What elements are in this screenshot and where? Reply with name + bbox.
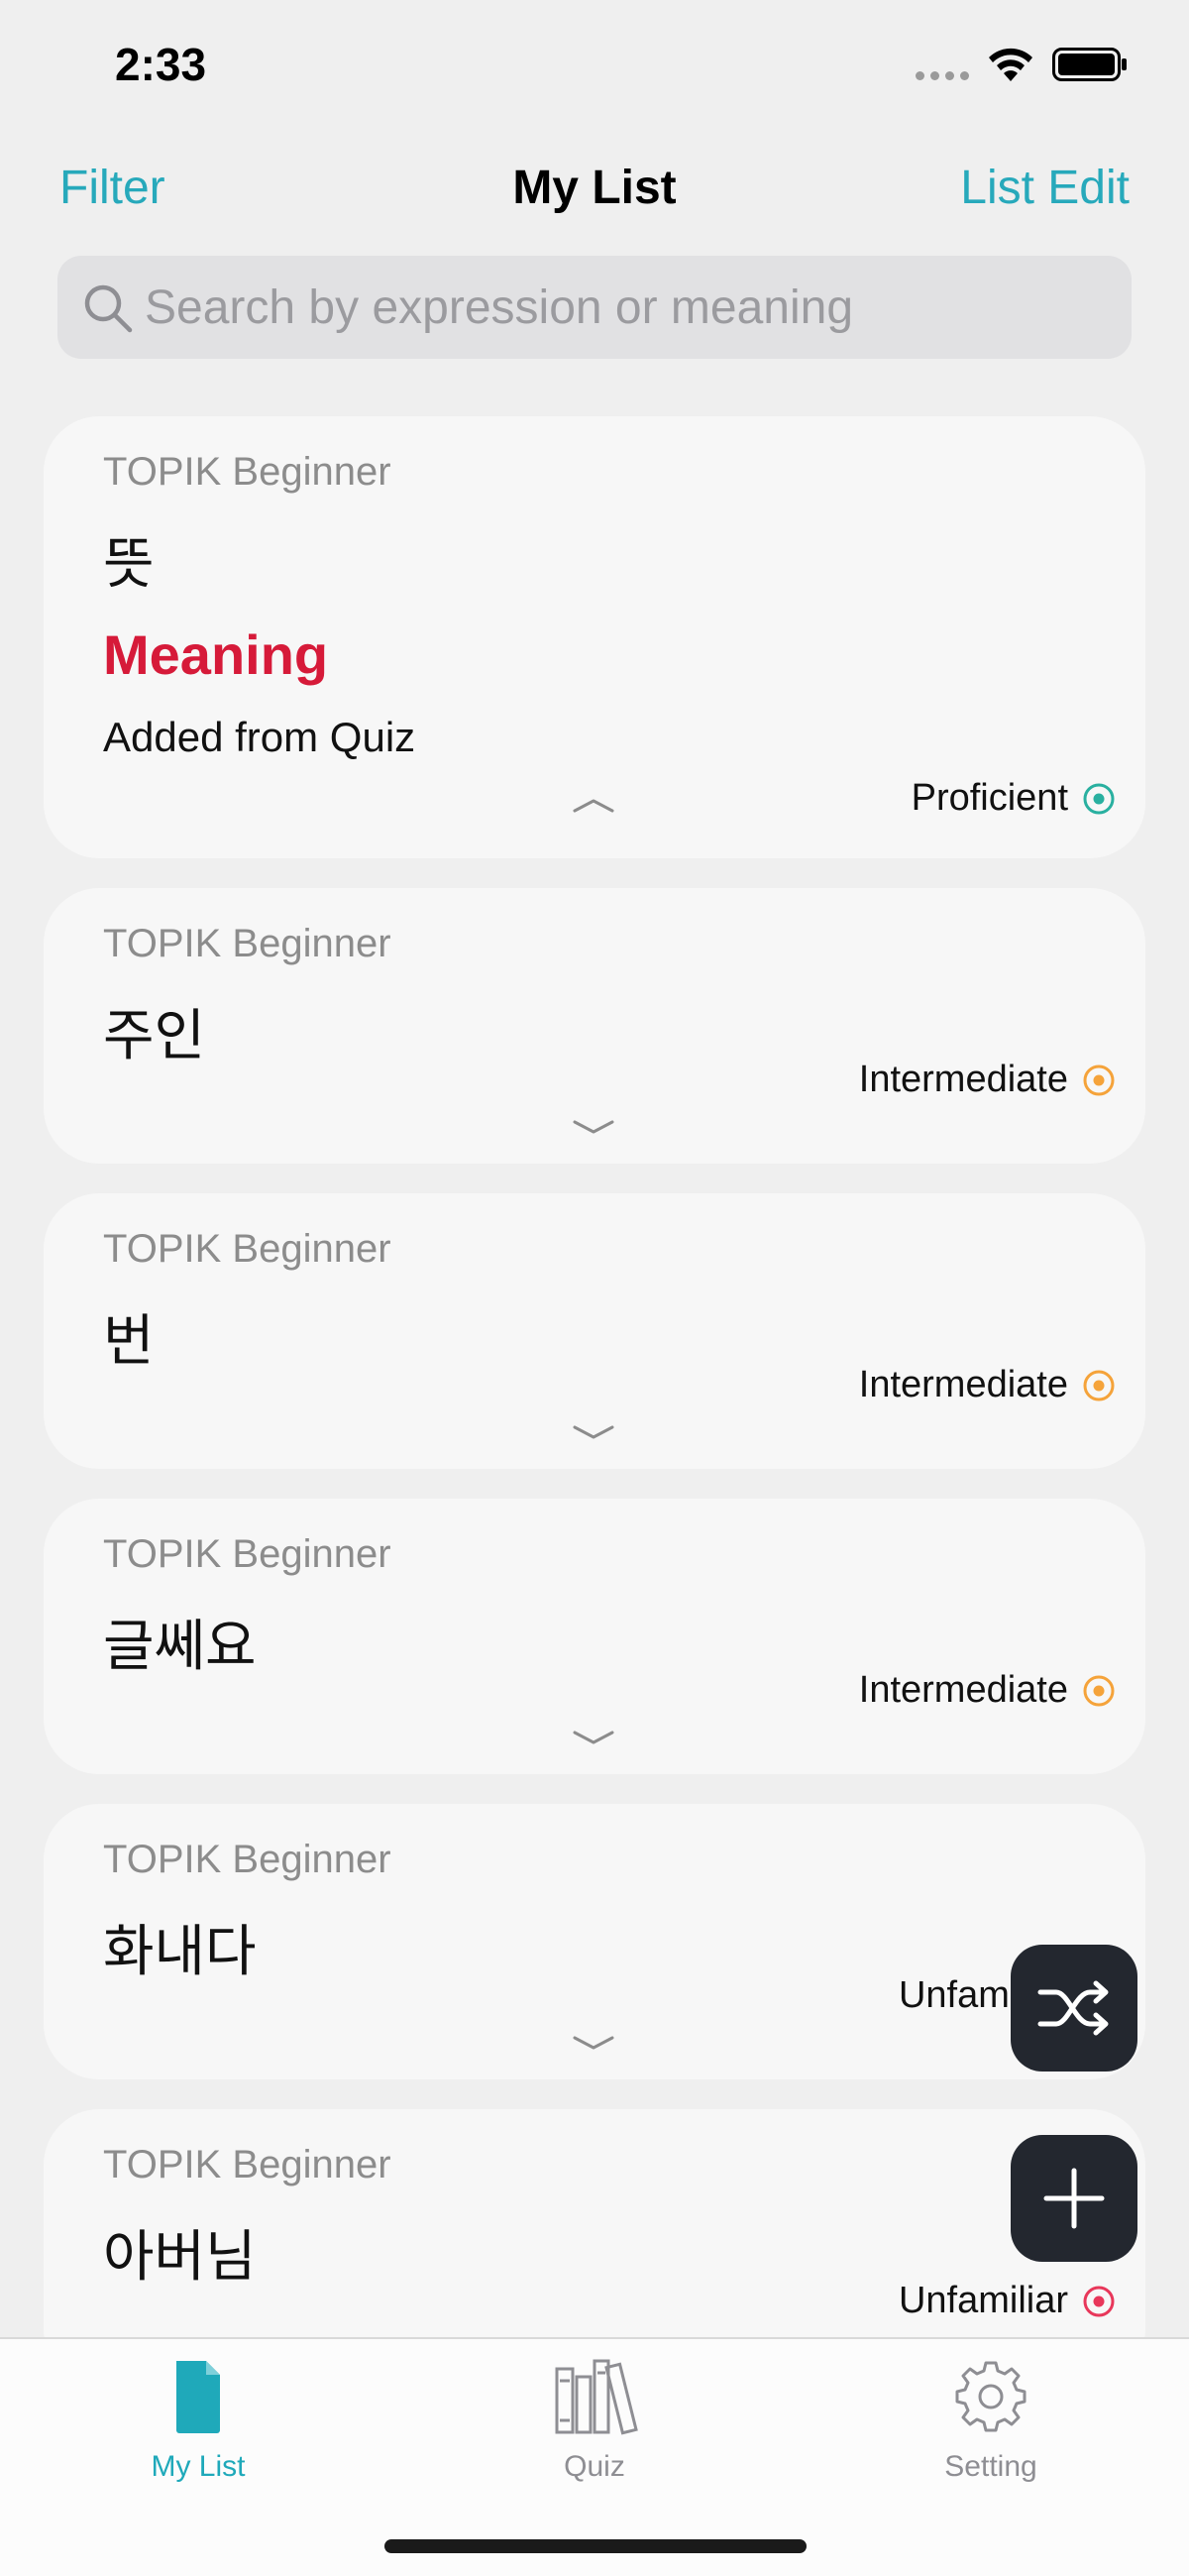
card-category: TOPIK Beginner — [103, 1532, 391, 1576]
status-label: Intermediate — [858, 1059, 1068, 1100]
wifi-icon — [989, 48, 1032, 81]
proficient-dot-icon — [1083, 783, 1115, 814]
filter-button[interactable]: Filter — [59, 161, 165, 215]
status-badge[interactable]: Proficient — [912, 777, 1116, 820]
word-card[interactable]: TOPIK Beginner 화내다 Unfamiliar — [44, 1804, 1145, 2079]
card-category: TOPIK Beginner — [103, 2143, 391, 2186]
status-label: Intermediate — [858, 1364, 1068, 1405]
chevron-down-icon[interactable] — [569, 1725, 618, 1752]
list-edit-button[interactable]: List Edit — [960, 161, 1130, 215]
shuffle-button[interactable] — [1011, 1945, 1137, 2072]
chevron-down-icon[interactable] — [569, 1114, 618, 1142]
status-time: 2:33 — [115, 39, 207, 90]
status-badge[interactable]: Intermediate — [859, 1364, 1116, 1406]
card-meaning: Meaning — [103, 623, 329, 686]
card-word: 아버님 — [103, 2225, 257, 2288]
word-list[interactable]: TOPIK Beginner 뜻 Meaning Added from Quiz… — [44, 416, 1145, 2339]
search-icon — [84, 284, 133, 333]
plus-icon — [1043, 2168, 1105, 2229]
chevron-down-icon[interactable] — [569, 2030, 618, 2058]
card-category: TOPIK Beginner — [103, 922, 391, 965]
add-word-button[interactable] — [1011, 2135, 1137, 2262]
status-label: Intermediate — [858, 1669, 1068, 1711]
card-category: TOPIK Beginner — [103, 1227, 391, 1271]
word-card[interactable]: TOPIK Beginner 아버님 Unfamiliar — [44, 2109, 1145, 2339]
tab-quiz[interactable]: Quiz — [476, 2357, 713, 2484]
home-indicator[interactable] — [384, 2539, 807, 2553]
tab-label: Quiz — [564, 2450, 625, 2483]
cellular-signal-icon — [916, 71, 969, 80]
card-category: TOPIK Beginner — [103, 1838, 391, 1881]
status-bar: 2:33 — [0, 0, 1189, 129]
search-bar[interactable] — [57, 256, 1132, 359]
search-input[interactable] — [145, 256, 1116, 359]
unfamiliar-dot-icon — [1083, 2286, 1115, 2316]
books-icon — [555, 2359, 638, 2435]
card-word: 화내다 — [103, 1920, 257, 1982]
battery-icon — [1052, 48, 1127, 81]
status-badge[interactable]: Intermediate — [859, 1059, 1116, 1101]
card-word: 번 — [103, 1309, 155, 1372]
card-word: 글쎄요 — [103, 1615, 257, 1677]
gear-icon — [955, 2361, 1027, 2432]
status-label: Unfamiliar — [898, 2280, 1068, 2321]
word-card[interactable]: TOPIK Beginner 글쎄요 Intermediate — [44, 1499, 1145, 1774]
chevron-up-icon[interactable] — [569, 791, 618, 819]
card-word: 주인 — [103, 1004, 206, 1066]
intermediate-dot-icon — [1083, 1370, 1115, 1400]
shuffle-icon — [1037, 1980, 1109, 2036]
status-badge[interactable]: Intermediate — [859, 1669, 1116, 1712]
word-card[interactable]: TOPIK Beginner 주인 Intermediate — [44, 888, 1145, 1164]
navigation-bar: My List Filter List Edit — [0, 149, 1189, 228]
document-icon — [176, 2361, 220, 2433]
intermediate-dot-icon — [1083, 1675, 1115, 1706]
card-note: Added from Quiz — [103, 714, 416, 760]
tab-my-list[interactable]: My List — [79, 2357, 317, 2484]
card-category: TOPIK Beginner — [103, 450, 391, 494]
word-card[interactable]: TOPIK Beginner 번 Intermediate — [44, 1193, 1145, 1469]
card-word: 뜻 — [103, 532, 155, 595]
tab-setting[interactable]: Setting — [872, 2357, 1110, 2484]
status-badge[interactable]: Unfamiliar — [899, 2280, 1116, 2322]
word-card[interactable]: TOPIK Beginner 뜻 Meaning Added from Quiz… — [44, 416, 1145, 858]
intermediate-dot-icon — [1083, 1064, 1115, 1095]
tab-label: My List — [151, 2450, 246, 2483]
status-label: Proficient — [911, 777, 1068, 819]
chevron-down-icon[interactable] — [569, 1419, 618, 1447]
tab-label: Setting — [944, 2450, 1037, 2483]
